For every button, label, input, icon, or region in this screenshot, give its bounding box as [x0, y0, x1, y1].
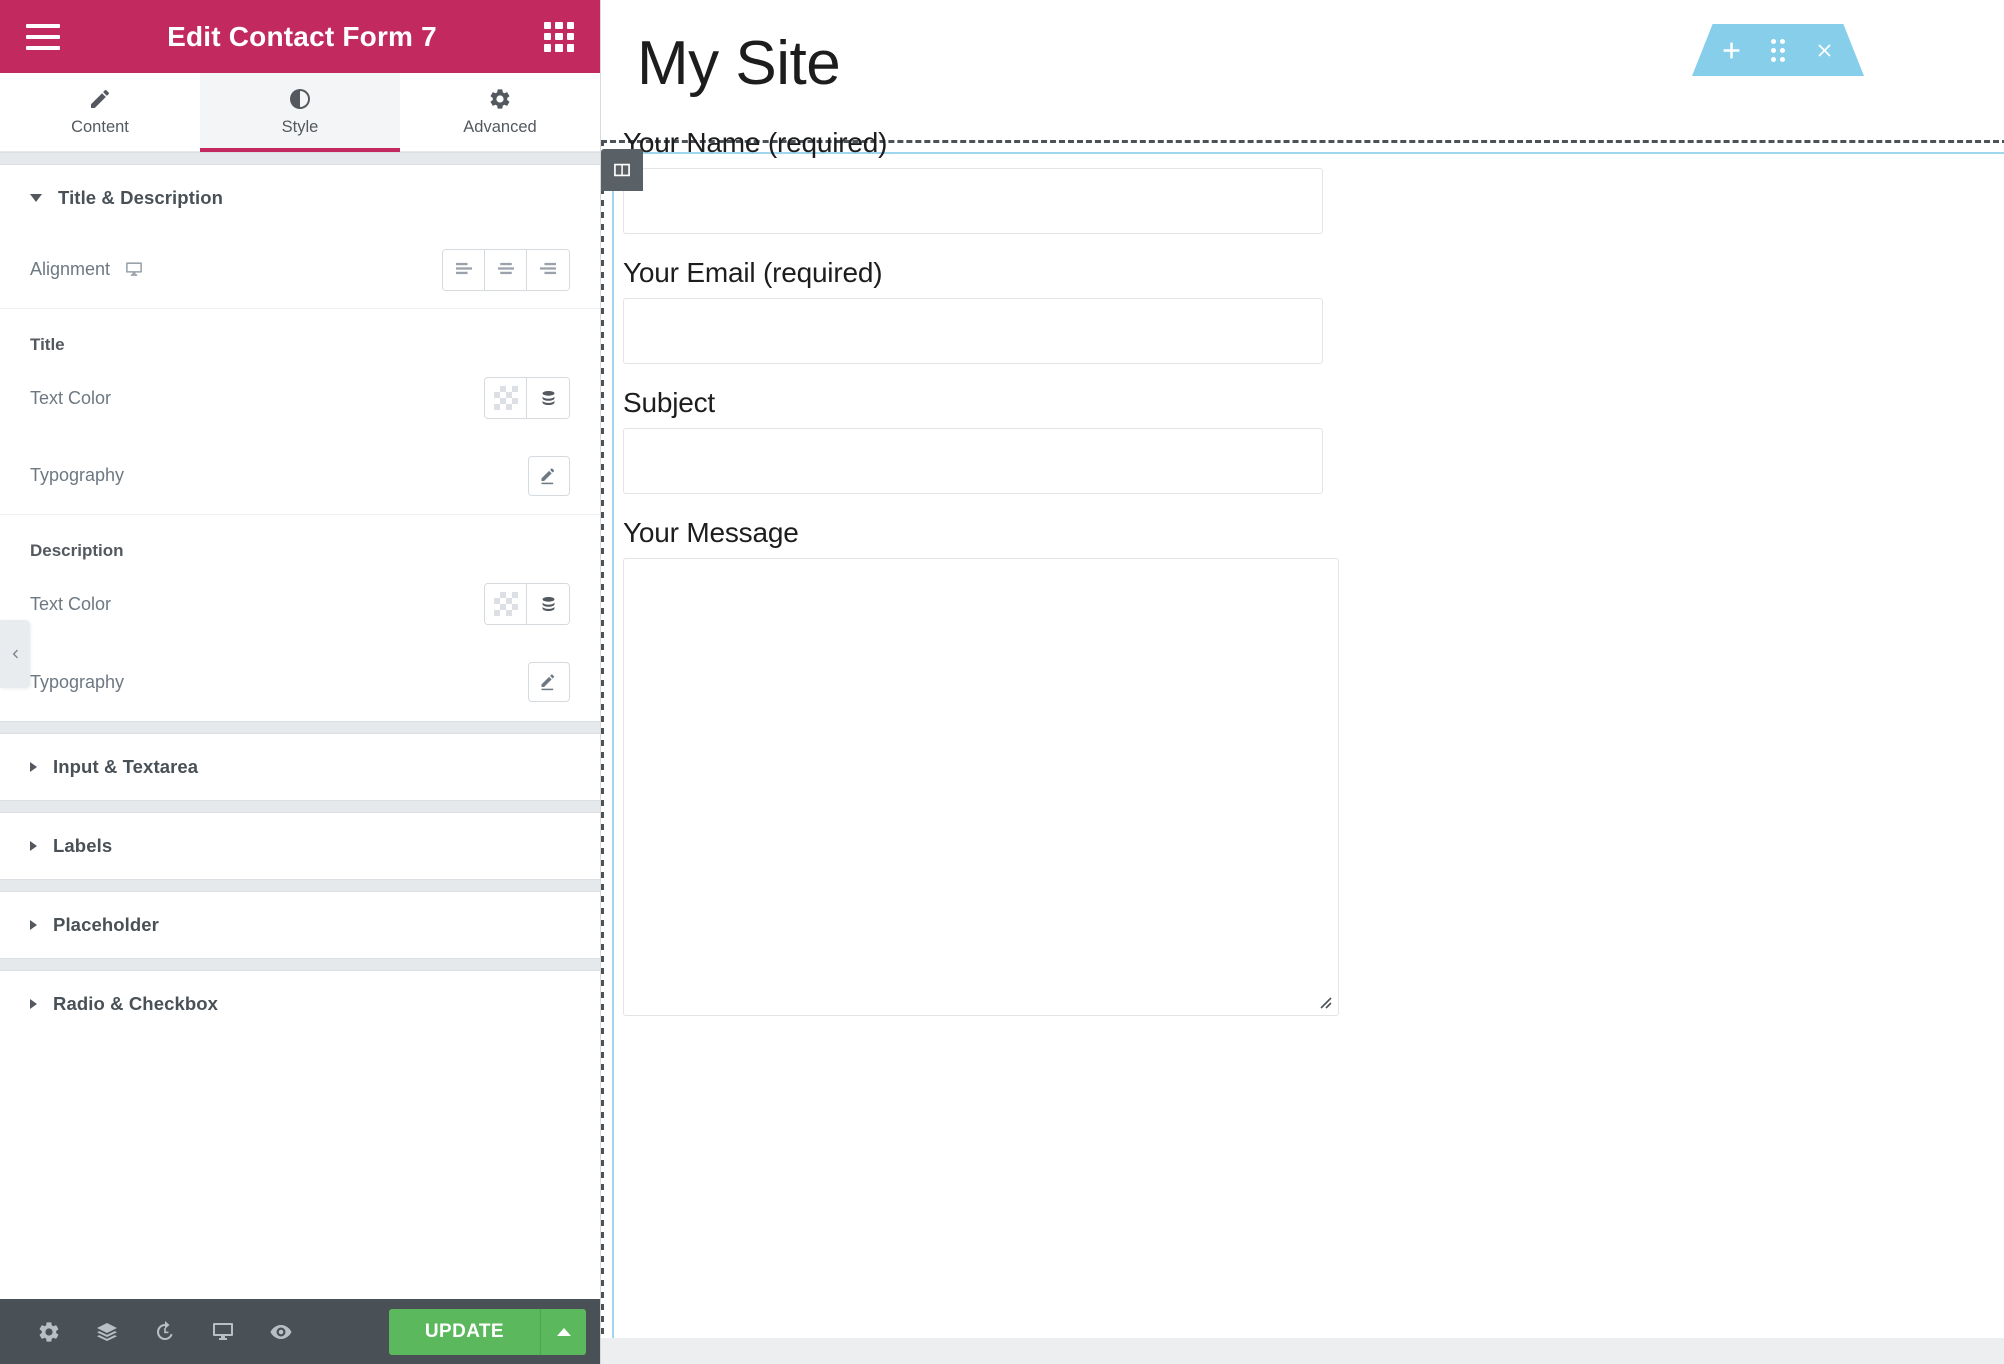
tab-content[interactable]: Content — [0, 73, 200, 151]
elementor-editor: Edit Contact Form 7 Content Style Advanc… — [0, 0, 2004, 1364]
field-label-your-email: Your Email (required) — [623, 257, 883, 288]
group-description-label: Description — [30, 541, 124, 560]
section-labels-label: Labels — [53, 835, 113, 856]
section-radio-checkbox[interactable]: Radio & Checkbox — [0, 971, 600, 1037]
caret-right-icon — [30, 920, 37, 930]
panel-footer: UPDATE — [0, 1299, 600, 1364]
elementor-panel: Edit Contact Form 7 Content Style Advanc… — [0, 0, 601, 1364]
tab-style-label: Style — [281, 118, 319, 136]
divider — [0, 800, 600, 813]
section-placeholder-label: Placeholder — [53, 914, 159, 935]
section-labels[interactable]: Labels — [0, 813, 600, 879]
responsive-monitor-icon[interactable] — [194, 1309, 252, 1355]
caret-right-icon — [30, 841, 37, 851]
section-placeholder[interactable]: Placeholder — [0, 892, 600, 958]
field-label-subject: Subject — [623, 387, 715, 418]
navigator-layers-icon[interactable] — [78, 1309, 136, 1355]
divider — [0, 152, 600, 165]
field-label-your-name: Your Name (required) — [623, 127, 888, 158]
update-dropdown-caret-up-icon[interactable] — [540, 1308, 586, 1355]
field-label-your-message: Your Message — [623, 517, 799, 548]
group-title-label: Title — [30, 335, 65, 354]
drag-handle-icon[interactable] — [1761, 33, 1795, 67]
form-field: Subject — [623, 387, 2004, 494]
section-input-textarea[interactable]: Input & Textarea — [0, 734, 600, 800]
caret-down-icon — [30, 194, 42, 202]
description-text-color-label: Text Color — [30, 593, 112, 614]
pencil-icon — [88, 87, 112, 111]
control-description-typography: Typography — [0, 643, 600, 721]
form-field: Your Message — [623, 517, 2004, 1016]
history-clock-icon[interactable] — [136, 1309, 194, 1355]
editor-canvas: My Site Your Name (required) Your Email … — [601, 0, 2004, 1364]
divider — [0, 721, 600, 734]
section-toolbar — [1692, 24, 1864, 76]
panel-title: Edit Contact Form 7 — [167, 20, 437, 52]
section-input-textarea-label: Input & Textarea — [53, 756, 199, 777]
chevron-left-icon — [12, 649, 18, 659]
panel-collapse-tab[interactable] — [0, 620, 30, 688]
description-color-picker-group — [484, 583, 570, 625]
divider — [0, 879, 600, 892]
canvas-footer-strip — [601, 1338, 2004, 1364]
tab-advanced[interactable]: Advanced — [400, 73, 600, 151]
caret-right-icon — [30, 762, 37, 772]
tab-advanced-label: Advanced — [463, 118, 537, 136]
textarea-wrapper — [623, 558, 1339, 1016]
align-left-button[interactable] — [443, 249, 485, 290]
title-typography-label: Typography — [30, 465, 125, 485]
alignment-choices — [442, 248, 570, 291]
input-your-email[interactable] — [623, 298, 1323, 364]
global-colors-icon[interactable] — [527, 378, 569, 418]
contrast-icon — [288, 87, 312, 111]
transparent-checker-icon[interactable] — [485, 378, 527, 418]
description-typography-edit-button[interactable] — [528, 662, 570, 702]
control-description-text-color: Text Color — [0, 565, 600, 643]
section-title-description-label: Title & Description — [58, 187, 224, 208]
title-text-color-label: Text Color — [30, 387, 112, 408]
alignment-label-group: Alignment — [30, 259, 144, 280]
panel-header: Edit Contact Form 7 — [0, 0, 600, 73]
caret-right-icon — [30, 999, 37, 1009]
preview-eye-icon[interactable] — [252, 1309, 310, 1355]
settings-gear-icon[interactable] — [20, 1309, 78, 1355]
textarea-your-message[interactable] — [623, 558, 1339, 1016]
add-section-icon[interactable] — [1714, 33, 1748, 67]
form-field: Your Email (required) — [623, 257, 2004, 364]
monitor-icon[interactable] — [124, 260, 144, 279]
hamburger-menu-icon[interactable] — [26, 23, 60, 50]
transparent-checker-icon[interactable] — [485, 584, 527, 624]
align-center-button[interactable] — [485, 249, 527, 290]
panel-tabs: Content Style Advanced — [0, 73, 600, 152]
description-typography-label: Typography — [30, 671, 125, 692]
title-typography-edit-button[interactable] — [528, 455, 570, 496]
align-right-button[interactable] — [527, 249, 569, 290]
control-title-typography: Typography — [0, 437, 600, 515]
contact-form-7-widget: Your Name (required) Your Email (require… — [601, 117, 2004, 1016]
two-column-layout-icon — [614, 163, 630, 177]
widgets-grid-icon[interactable] — [543, 21, 574, 52]
tab-content-label: Content — [71, 118, 129, 136]
section-radio-checkbox-label: Radio & Checkbox — [53, 993, 219, 1014]
update-button[interactable]: UPDATE — [388, 1308, 540, 1355]
delete-section-icon[interactable] — [1808, 33, 1842, 67]
form-field: Your Name (required) — [623, 127, 2004, 234]
control-title-text-color: Text Color — [0, 359, 600, 437]
panel-controls: Title & Description Alignment Title Text… — [0, 152, 600, 1299]
input-your-name[interactable] — [623, 168, 1323, 234]
divider — [0, 958, 600, 971]
global-colors-icon[interactable] — [527, 584, 569, 624]
update-button-group: UPDATE — [388, 1308, 586, 1355]
title-color-picker-group — [484, 377, 570, 419]
alignment-label: Alignment — [30, 259, 111, 279]
control-alignment: Alignment — [0, 231, 600, 309]
tab-style[interactable]: Style — [200, 73, 400, 152]
input-subject[interactable] — [623, 428, 1323, 494]
gear-icon — [488, 87, 512, 111]
column-handle[interactable] — [601, 149, 643, 191]
section-title-description[interactable]: Title & Description — [0, 165, 600, 231]
